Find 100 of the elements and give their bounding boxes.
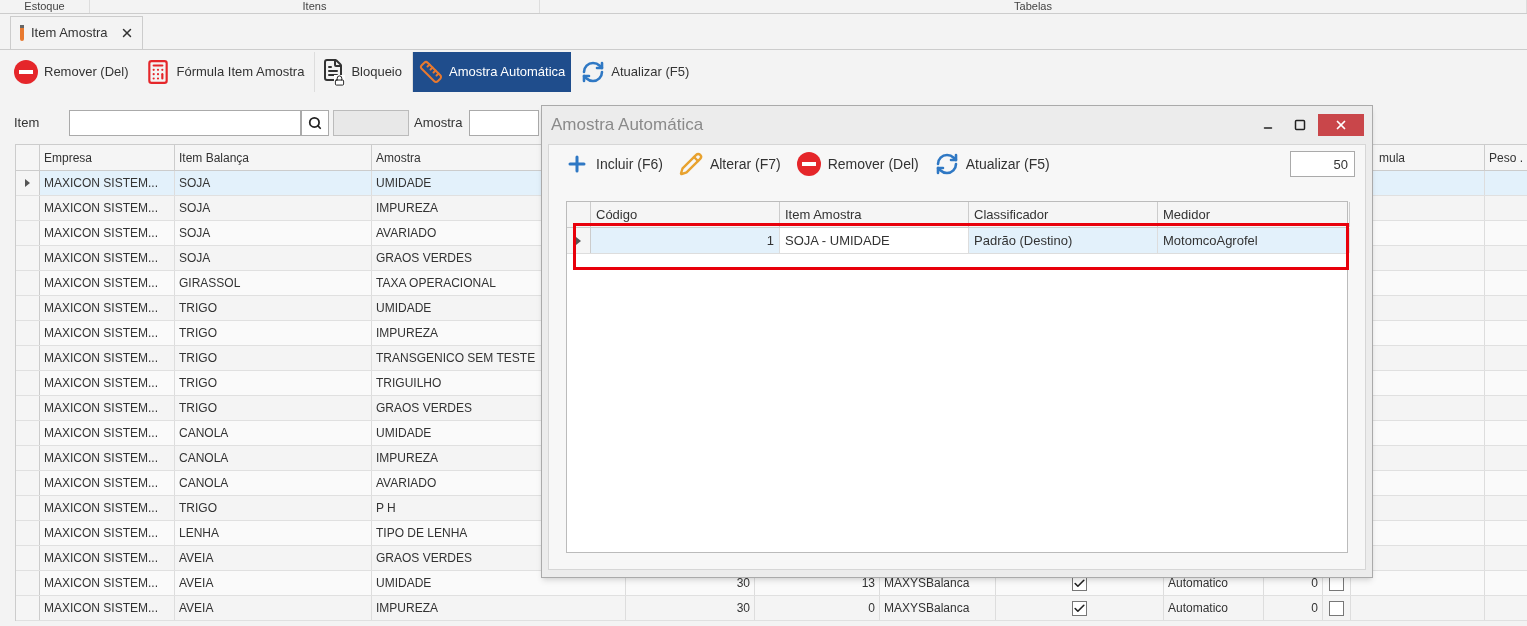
page-size-field[interactable]: 50 — [1290, 151, 1355, 177]
table-cell-text: TRIGO — [179, 350, 217, 367]
table-cell-text: CANOLA — [179, 450, 229, 467]
table-cell-text: MAXYSBalanca — [884, 575, 970, 592]
dialog-title: Amostra Automática — [551, 114, 704, 137]
table-cell-text: GRAOS VERDES — [376, 400, 473, 417]
table-cell-text: CANOLA — [179, 475, 229, 492]
table-cell-text: UMIDADE — [376, 425, 432, 442]
item-field[interactable] — [69, 110, 301, 136]
table-cell-text: 13 — [861, 575, 875, 592]
table-cell-text: SOJA - UMIDADE — [785, 231, 890, 250]
toolbar-button[interactable]: Remover (Del) — [8, 52, 135, 92]
table-cell-text: SOJA — [179, 175, 211, 192]
table-row[interactable]: MAXICON SISTEM... AVEIA IMPUREZA 30 0 MAXYSBalanca Automatico 0 — [16, 596, 1527, 621]
amostra-field[interactable] — [469, 110, 539, 136]
table-cell-text: Automatico — [1168, 575, 1229, 592]
table-cell-text: MAXICON SISTEM... — [44, 375, 158, 392]
table-cell-text: 0 — [1311, 600, 1318, 617]
toolbar-button[interactable]: Alterar (F7) — [678, 152, 781, 176]
table-cell-text: MAXICON SISTEM... — [44, 400, 158, 417]
table-cell-text: MAXICON SISTEM... — [44, 600, 158, 617]
refresh-icon — [934, 152, 959, 176]
close-button[interactable] — [1318, 114, 1364, 136]
minus-circle-icon — [14, 60, 38, 84]
table-cell-text: TRIGO — [179, 325, 217, 342]
search-icon — [308, 116, 322, 130]
table-cell-text: IMPUREZA — [376, 325, 438, 342]
maximize-icon[interactable] — [1294, 119, 1306, 131]
table-cell-text: LENHA — [179, 525, 219, 542]
column-header[interactable]: Classificador — [969, 202, 1158, 227]
table-cell-text: TRIGUILHO — [376, 375, 442, 392]
test-tube-icon — [19, 25, 25, 41]
field-label: Item — [14, 114, 41, 133]
column-header[interactable]: Código — [591, 202, 780, 227]
table-cell-text: TIPO DE LENHA — [376, 525, 468, 542]
table-cell-text: MAXICON SISTEM... — [44, 425, 158, 442]
table-cell-text: 1 — [766, 231, 774, 250]
column-header[interactable]: Medidor — [1158, 202, 1350, 227]
table-cell-text: P H — [376, 500, 396, 517]
toolbar-button[interactable]: Atualizar (F5) — [575, 52, 696, 92]
document-tab[interactable]: Item Amostra — [10, 16, 143, 49]
ruler-icon — [419, 60, 443, 84]
toolbar-button[interactable]: Bloqueio — [314, 52, 408, 92]
table-cell-text: TRIGO — [179, 300, 217, 317]
toolbar-button[interactable]: Fórmula Item Amostra — [138, 52, 311, 92]
table-cell-text: MAXICON SISTEM... — [44, 250, 158, 267]
search-button[interactable] — [301, 110, 329, 136]
table-cell-text: IMPUREZA — [376, 600, 438, 617]
table-cell-text: MAXICON SISTEM... — [44, 175, 158, 192]
table-cell-text: CANOLA — [179, 425, 229, 442]
row-pointer-icon — [25, 179, 30, 187]
table-row[interactable]: 1 SOJA - UMIDADE Padrão (Destino) MotomcoAgrofel — [567, 228, 1347, 254]
table-cell-text: MotomcoAgrofel — [1163, 231, 1258, 250]
column-header[interactable]: Peso . — [1485, 145, 1527, 170]
table-cell-text: MAXICON SISTEM... — [44, 575, 158, 592]
table-cell-text: Automatico — [1168, 600, 1229, 617]
toolbar-button[interactable]: Atualizar (F5) — [934, 152, 1050, 176]
table-cell-text: TAXA OPERACIONAL — [376, 275, 496, 292]
table-cell-text: MAXICON SISTEM... — [44, 525, 158, 542]
checkbox[interactable] — [1072, 600, 1087, 616]
table-cell-text: 0 — [1311, 575, 1318, 592]
ribbon-group-label: Estoque — [24, 0, 65, 13]
table-cell-text: MAXICON SISTEM... — [44, 275, 158, 292]
table-cell-text: MAXICON SISTEM... — [44, 300, 158, 317]
table-cell-text: TRANSGENICO SEM TESTE — [376, 350, 536, 367]
table-cell-text: Padrão (Destino) — [974, 231, 1073, 250]
table-cell-text: AVEIA — [179, 600, 214, 617]
row-pointer-icon — [576, 236, 581, 245]
table-cell-text: GRAOS VERDES — [376, 550, 473, 567]
table-cell-text: MAXYSBalanca — [884, 600, 970, 617]
checkbox[interactable] — [1329, 600, 1344, 616]
table-cell-text: IMPUREZA — [376, 200, 438, 217]
close-icon — [1334, 118, 1348, 132]
field-label: Amostra — [414, 114, 464, 133]
table-cell-text: MAXICON SISTEM... — [44, 500, 158, 517]
table-cell-text: IMPUREZA — [376, 450, 438, 467]
toolbar-button[interactable]: Remover (Del) — [796, 152, 919, 176]
table-cell-text: TRIGO — [179, 375, 217, 392]
table-cell-text: SOJA — [179, 200, 211, 217]
table-cell-text: TRIGO — [179, 500, 217, 517]
table-cell-text: MAXICON SISTEM... — [44, 550, 158, 567]
ribbon-group-label: Itens — [302, 0, 327, 13]
table-cell-text: SOJA — [179, 225, 211, 242]
pencil-icon — [678, 152, 703, 176]
table-cell-text: GIRASSOL — [179, 275, 241, 292]
column-header[interactable]: Empresa — [40, 145, 175, 170]
table-cell-text: TRIGO — [179, 400, 217, 417]
row-header[interactable] — [16, 171, 40, 195]
table-cell-text: AVARIADO — [376, 475, 437, 492]
table-cell-text: 30 — [736, 575, 750, 592]
table-cell-text: AVARIADO — [376, 225, 437, 242]
toolbar-button[interactable]: Amostra Automática — [412, 52, 572, 92]
document-lock-icon — [321, 58, 346, 86]
table-cell-text: MAXICON SISTEM... — [44, 200, 158, 217]
table-cell-text: MAXICON SISTEM... — [44, 325, 158, 342]
column-header[interactable]: Item Amostra — [780, 202, 969, 227]
table-cell-text: MAXICON SISTEM... — [44, 350, 158, 367]
table-cell-text: MAXICON SISTEM... — [44, 475, 158, 492]
column-header[interactable]: Item Balança — [175, 145, 372, 170]
table-cell-text: UMIDADE — [376, 575, 432, 592]
